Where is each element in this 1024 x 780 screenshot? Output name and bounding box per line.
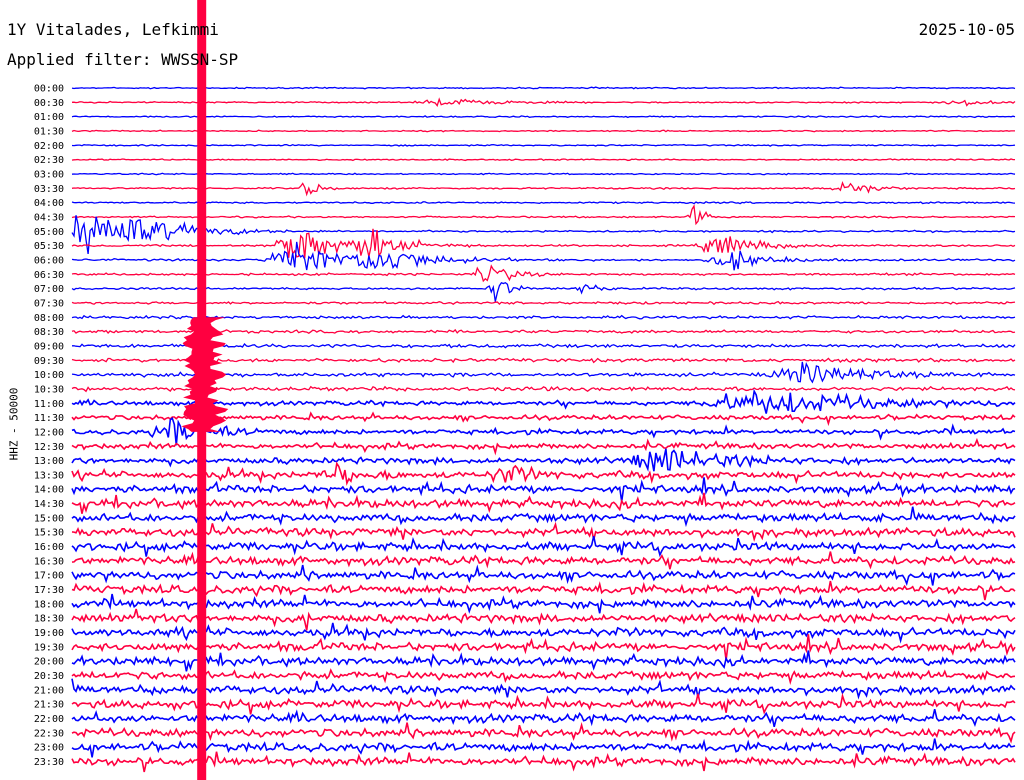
trace-2330 bbox=[71, 751, 1016, 773]
trace-1600 bbox=[71, 536, 1016, 558]
trace-1400 bbox=[71, 477, 1016, 502]
time-label-1400: 14:00 bbox=[34, 485, 64, 496]
time-label-0930: 09:30 bbox=[34, 356, 64, 367]
time-label-1830: 18:30 bbox=[34, 614, 64, 625]
time-label-1430: 14:30 bbox=[34, 499, 64, 510]
time-label-1000: 10:00 bbox=[34, 370, 64, 381]
trace-0130 bbox=[71, 129, 1015, 133]
time-label-0500: 05:00 bbox=[34, 227, 64, 238]
time-label-0000: 00:00 bbox=[34, 84, 64, 95]
station-title: 1Y Vitalades, Lefkimmi bbox=[7, 20, 219, 39]
time-label-2230: 22:30 bbox=[34, 728, 64, 739]
time-label-0530: 05:30 bbox=[34, 241, 64, 252]
time-label-2300: 23:00 bbox=[34, 743, 64, 754]
time-label-2330: 23:30 bbox=[34, 757, 64, 768]
trace-1900 bbox=[71, 622, 1016, 644]
trace-0430 bbox=[71, 204, 1016, 226]
time-label-0130: 01:30 bbox=[34, 126, 64, 137]
trace-group bbox=[71, 86, 1016, 773]
time-label-0700: 07:00 bbox=[34, 284, 64, 295]
trace-1830 bbox=[71, 608, 1016, 631]
trace-2300 bbox=[71, 738, 1016, 758]
time-label-1130: 11:30 bbox=[34, 413, 64, 424]
time-label-1300: 13:00 bbox=[34, 456, 64, 467]
time-label-2000: 20:00 bbox=[34, 657, 64, 668]
time-label-2100: 21:00 bbox=[34, 685, 64, 696]
trace-2200 bbox=[71, 709, 1016, 727]
time-label-1630: 16:30 bbox=[34, 556, 64, 567]
time-label-0330: 03:30 bbox=[34, 184, 64, 195]
trace-0300 bbox=[71, 172, 1016, 176]
time-label-0230: 02:30 bbox=[34, 155, 64, 166]
time-label-0400: 04:00 bbox=[34, 198, 64, 209]
time-label-1800: 18:00 bbox=[34, 599, 64, 610]
trace-0700 bbox=[71, 281, 1016, 302]
time-label-0100: 01:00 bbox=[34, 112, 64, 123]
time-label-0200: 02:00 bbox=[34, 141, 64, 152]
time-label-2200: 22:00 bbox=[34, 714, 64, 725]
helicorder-plot: 00:00 00:30 01:00 01:30 02:00 02:30 03:00 03:30… bbox=[34, 0, 1016, 780]
time-label-1600: 16:00 bbox=[34, 542, 64, 553]
trace-2230 bbox=[71, 722, 1016, 744]
time-label-0630: 06:30 bbox=[34, 270, 64, 281]
time-label-1100: 11:00 bbox=[34, 399, 64, 410]
time-label-group: 00:00 00:30 01:00 01:30 02:00 02:30 03:00 03:30… bbox=[34, 84, 64, 769]
trace-1730 bbox=[71, 580, 1016, 601]
filter-label: Applied filter: WWSSN-SP bbox=[7, 50, 239, 69]
time-label-1030: 10:30 bbox=[34, 384, 64, 395]
time-label-0730: 07:30 bbox=[34, 298, 64, 309]
trace-1500 bbox=[71, 506, 1016, 528]
time-label-1500: 15:00 bbox=[34, 513, 64, 524]
trace-1800 bbox=[71, 593, 1016, 614]
date-title: 2025-10-05 bbox=[918, 20, 1015, 39]
trace-0730 bbox=[71, 300, 1016, 306]
time-label-0030: 00:30 bbox=[34, 98, 64, 109]
time-label-1900: 19:00 bbox=[34, 628, 64, 639]
trace-0230 bbox=[71, 158, 1015, 162]
trace-0030 bbox=[71, 97, 1016, 107]
trace-0400 bbox=[71, 200, 1016, 205]
time-label-0300: 03:00 bbox=[34, 169, 64, 180]
trace-0000 bbox=[71, 86, 1016, 90]
trace-1230 bbox=[71, 437, 1016, 456]
time-label-0900: 09:00 bbox=[34, 341, 64, 352]
time-label-2130: 21:30 bbox=[34, 700, 64, 711]
trace-1330 bbox=[71, 461, 1016, 486]
trace-0500 bbox=[71, 215, 1016, 254]
time-label-1230: 12:30 bbox=[34, 442, 64, 453]
trace-0200 bbox=[71, 143, 1016, 147]
time-label-1530: 15:30 bbox=[34, 528, 64, 539]
trace-2030 bbox=[71, 668, 1016, 685]
trace-1430 bbox=[71, 492, 1016, 514]
time-label-1700: 17:00 bbox=[34, 571, 64, 582]
y-axis-label: HHZ - 50000 bbox=[7, 387, 21, 461]
time-label-0830: 08:30 bbox=[34, 327, 64, 338]
time-label-1930: 19:30 bbox=[34, 642, 64, 653]
time-label-1330: 13:30 bbox=[34, 470, 64, 481]
time-label-1730: 17:30 bbox=[34, 585, 64, 596]
trace-2130 bbox=[71, 692, 1016, 715]
trace-1700 bbox=[71, 564, 1016, 587]
trace-1530 bbox=[71, 521, 1016, 542]
trace-0330 bbox=[71, 180, 1016, 197]
time-label-0430: 04:30 bbox=[34, 212, 64, 223]
time-label-0800: 08:00 bbox=[34, 313, 64, 324]
trace-0630 bbox=[71, 264, 1016, 283]
trace-1300 bbox=[71, 448, 1016, 472]
trace-2000 bbox=[71, 650, 1016, 672]
time-label-0600: 06:00 bbox=[34, 255, 64, 266]
trace-0100 bbox=[71, 115, 1016, 119]
time-label-1200: 12:00 bbox=[34, 427, 64, 438]
trace-1930 bbox=[71, 634, 1016, 661]
trace-1630 bbox=[71, 551, 1016, 570]
trace-0530 bbox=[71, 228, 1016, 259]
trace-2100 bbox=[71, 678, 1016, 700]
time-label-2030: 20:30 bbox=[34, 671, 64, 682]
